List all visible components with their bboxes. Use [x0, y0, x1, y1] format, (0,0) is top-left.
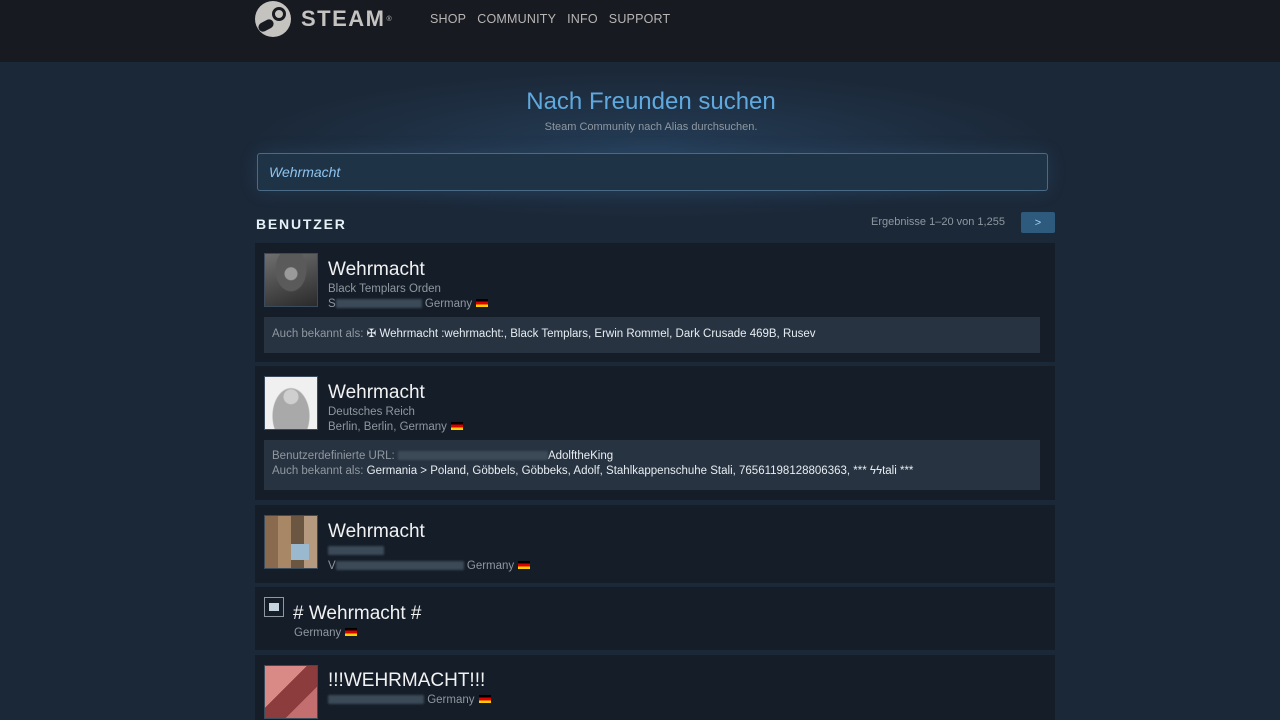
search-input[interactable]: Wehrmacht	[257, 153, 1048, 191]
germany-flag-icon	[450, 422, 463, 430]
default-avatar-icon[interactable]	[264, 597, 284, 617]
nav-support[interactable]: SUPPORT	[609, 12, 671, 26]
result-card[interactable]: Wehrmacht Deutsches Reich Berlin, Berlin…	[255, 366, 1055, 500]
result-card[interactable]: Wehrmacht V Germany	[255, 505, 1055, 583]
blurred-text	[397, 451, 548, 460]
user-location: V Germany	[328, 560, 531, 572]
aka-box: Benutzerdefinierte URL: AdolftheKing Auc…	[264, 440, 1040, 490]
next-page-button[interactable]: >	[1021, 212, 1055, 233]
steam-logo-icon	[255, 1, 291, 37]
avatar[interactable]	[264, 665, 318, 719]
user-name[interactable]: Wehrmacht	[328, 521, 425, 543]
germany-flag-icon	[476, 299, 489, 307]
user-real-name: Deutsches Reich	[328, 406, 415, 418]
avatar[interactable]	[264, 376, 318, 430]
germany-flag-icon	[518, 561, 531, 569]
blurred-text	[335, 561, 464, 570]
user-location: S Germany	[328, 298, 489, 310]
section-title: BENUTZER	[256, 216, 347, 232]
germany-flag-icon	[345, 628, 358, 636]
page-title: Nach Freunden suchen	[526, 88, 776, 115]
avatar[interactable]	[264, 253, 318, 307]
user-real-name: Black Templars Orden	[328, 283, 441, 295]
blurred-text	[335, 299, 422, 308]
result-card[interactable]: Wehrmacht Black Templars Orden S Germany…	[255, 243, 1055, 362]
result-card[interactable]: !!!WEHRMACHT!!! Germany	[255, 655, 1055, 720]
user-location: Germany	[294, 627, 358, 639]
page-subtitle: Steam Community nach Alias durchsuchen.	[544, 121, 758, 133]
germany-flag-icon	[478, 695, 491, 703]
user-name[interactable]: Wehrmacht	[328, 259, 425, 281]
nav-info[interactable]: INFO	[567, 12, 598, 26]
steam-logo[interactable]: STEAM ®	[255, 0, 392, 38]
blurred-real-name	[328, 545, 384, 557]
user-name[interactable]: !!!WEHRMACHT!!!	[328, 670, 485, 692]
nav-community[interactable]: COMMUNITY	[477, 12, 556, 26]
user-location: Germany	[328, 694, 491, 706]
user-location: Berlin, Berlin, Germany	[328, 421, 463, 433]
nav-shop[interactable]: SHOP	[430, 12, 466, 26]
result-card[interactable]: # Wehrmacht # Germany	[255, 587, 1055, 650]
user-name[interactable]: # Wehrmacht #	[293, 603, 421, 625]
logo-text: STEAM	[301, 6, 386, 31]
results-count: Ergebnisse 1–20 von 1,255	[871, 216, 1005, 228]
main-nav: SHOP COMMUNITY INFO SUPPORT	[430, 12, 681, 26]
aka-box: Auch bekannt als: ✠ Wehrmacht :wehrmacht…	[264, 317, 1040, 353]
avatar[interactable]	[264, 515, 318, 569]
blurred-text	[328, 695, 424, 704]
user-name[interactable]: Wehrmacht	[328, 382, 425, 404]
top-bar: STEAM ® SHOP COMMUNITY INFO SUPPORT	[0, 0, 1280, 62]
